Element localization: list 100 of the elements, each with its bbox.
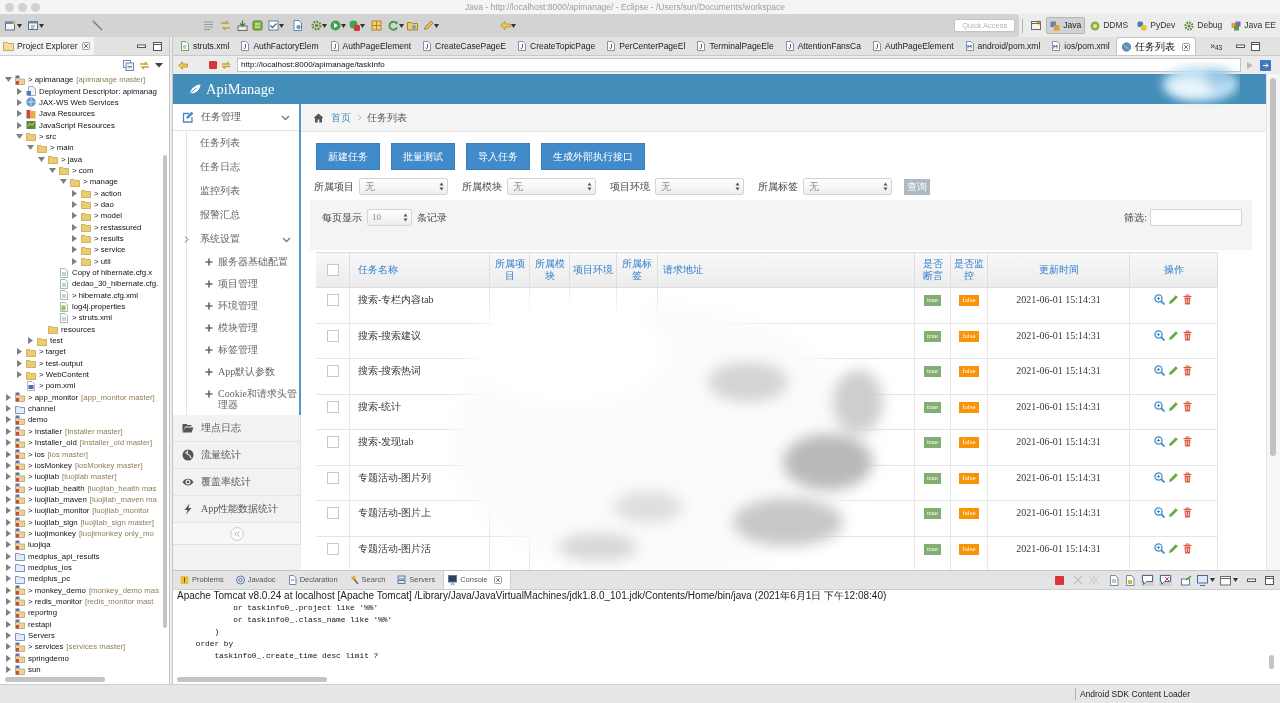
trash-icon[interactable] xyxy=(1182,400,1193,412)
editor-tab[interactable]: TerminalPageEle xyxy=(691,37,780,55)
trash-icon[interactable] xyxy=(1182,436,1193,447)
disclosure-triangle-icon[interactable] xyxy=(5,586,12,594)
column-header[interactable]: 所属标签 xyxy=(620,258,654,282)
editor-tab[interactable]: AuthPageElement xyxy=(866,37,960,55)
menu-item[interactable]: 环境管理 xyxy=(218,300,299,311)
column-header[interactable]: 更新时间 xyxy=(1038,264,1079,276)
disclosure-triangle-icon[interactable] xyxy=(5,439,12,447)
view-menu-icon[interactable] xyxy=(155,62,163,68)
view-tab[interactable]: Project Explorer xyxy=(0,37,95,55)
document-icon[interactable] xyxy=(1109,574,1120,586)
logo-text[interactable]: ApiManage xyxy=(206,80,275,98)
pencil-icon[interactable] xyxy=(1168,400,1179,412)
box-arrow-icon[interactable] xyxy=(1181,574,1192,586)
disclosure-triangle-icon[interactable] xyxy=(5,473,12,481)
column-header[interactable]: 操作 xyxy=(1163,264,1184,276)
editor-tab[interactable]: CreateCasePageE xyxy=(417,37,512,55)
column-header[interactable]: 所属模块 xyxy=(533,258,566,282)
home-icon[interactable] xyxy=(313,112,324,123)
disclosure-triangle-icon[interactable] xyxy=(5,598,12,605)
caret-icon[interactable] xyxy=(434,23,439,28)
search-field[interactable] xyxy=(1150,209,1242,226)
pencil-icon[interactable] xyxy=(1168,436,1179,447)
trash-icon[interactable] xyxy=(1182,471,1193,483)
close-icon[interactable] xyxy=(1181,42,1190,51)
checkbox-icon[interactable] xyxy=(268,20,279,31)
close-icon[interactable] xyxy=(82,42,91,50)
action-button[interactable]: 导入任务 xyxy=(466,143,530,170)
disclosure-triangle-icon[interactable] xyxy=(5,484,12,492)
disclosure-triangle-icon[interactable] xyxy=(5,495,12,503)
disclosure-triangle-icon[interactable] xyxy=(60,178,67,186)
pencil-icon[interactable] xyxy=(1168,542,1179,554)
close-icon[interactable] xyxy=(493,576,502,584)
file-icon[interactable] xyxy=(292,20,303,31)
column-header[interactable]: 任务名称 xyxy=(358,264,398,276)
disclosure-triangle-icon[interactable] xyxy=(5,518,12,526)
zoom-in-icon[interactable] xyxy=(1154,400,1165,412)
checkbox[interactable] xyxy=(326,471,339,484)
menu-item[interactable]: 任务列表 xyxy=(200,137,291,149)
zoom-in-icon[interactable] xyxy=(1154,542,1165,554)
column-header[interactable]: 所属项目 xyxy=(493,258,526,282)
column-header[interactable]: 是否断言 xyxy=(918,258,947,282)
url-field[interactable]: http://localhost:8000/apimanage/taskInfo xyxy=(237,58,1241,72)
grid-icon[interactable] xyxy=(371,20,382,31)
editor-tab[interactable]: CreateTopicPage xyxy=(512,37,602,55)
disclosure-triangle-icon[interactable] xyxy=(71,212,78,220)
editor-tab[interactable]: ios/pom.xml xyxy=(1046,37,1116,55)
menu-item[interactable]: 监控列表 xyxy=(200,185,291,197)
document-icon[interactable] xyxy=(1125,574,1136,586)
column-header[interactable]: 是否监控 xyxy=(954,258,984,282)
back-arrow-icon[interactable] xyxy=(178,60,188,70)
perspective-button[interactable]: Java xyxy=(1046,17,1086,34)
disclosure-triangle-icon[interactable] xyxy=(5,416,12,424)
pencil-icon[interactable] xyxy=(1168,471,1179,483)
scrollbar-thumb[interactable] xyxy=(5,677,105,682)
trash-icon[interactable] xyxy=(1182,329,1193,341)
zoom-in-icon[interactable] xyxy=(1154,329,1165,341)
disclosure-triangle-icon[interactable] xyxy=(5,552,12,560)
column-header[interactable]: 项目环境 xyxy=(573,264,613,276)
checkbox[interactable] xyxy=(326,264,339,276)
panel-icon[interactable] xyxy=(252,20,263,31)
disclosure-triangle-icon[interactable] xyxy=(16,98,23,106)
disclosure-triangle-icon[interactable] xyxy=(16,132,23,140)
checkbox[interactable] xyxy=(326,365,339,377)
action-button[interactable]: 新建任务 xyxy=(316,143,380,170)
caret-icon[interactable] xyxy=(399,23,404,28)
editor-tab[interactable]: AttentionFansCa xyxy=(779,37,867,55)
menu-item[interactable]: 模块管理 xyxy=(218,322,299,333)
scrollbar-thumb[interactable] xyxy=(177,677,327,682)
pencil-icon[interactable] xyxy=(1168,294,1179,305)
disclosure-triangle-icon[interactable] xyxy=(5,620,12,628)
more-tabs-button[interactable]: »$_{43}$ xyxy=(1210,40,1222,52)
disclosure-triangle-icon[interactable] xyxy=(5,575,12,583)
checkbox[interactable] xyxy=(326,400,339,413)
editor-tab[interactable]: 任务列表 xyxy=(1115,37,1196,55)
scrollbar-thumb[interactable] xyxy=(1270,78,1276,456)
column-header[interactable]: 请求地址 xyxy=(663,264,703,276)
disclosure-triangle-icon[interactable] xyxy=(5,666,12,674)
disclosure-triangle-icon[interactable] xyxy=(5,405,12,413)
menu-item[interactable]: 埋点日志 xyxy=(201,422,291,434)
monitor-icon[interactable] xyxy=(1197,574,1208,586)
caret-icon[interactable] xyxy=(322,23,327,28)
maximize-icon[interactable] xyxy=(1251,41,1260,51)
download-icon[interactable] xyxy=(237,20,248,31)
checkbox[interactable] xyxy=(326,294,339,306)
trash-icon[interactable] xyxy=(1182,507,1193,518)
menu-item[interactable]: 流量统计 xyxy=(201,449,291,461)
disclosure-triangle-icon[interactable] xyxy=(16,121,23,129)
menu-item[interactable]: 报警汇总 xyxy=(200,209,291,221)
caret-icon[interactable] xyxy=(279,23,284,28)
menu-item[interactable]: App性能数据统计 xyxy=(201,503,291,515)
caret-icon[interactable] xyxy=(1233,578,1238,582)
speech-bubble-icon[interactable] xyxy=(1141,574,1154,586)
speech-bubble-icon[interactable] xyxy=(1159,574,1172,586)
scrollbar-thumb[interactable] xyxy=(163,155,167,628)
disclosure-triangle-icon[interactable] xyxy=(5,609,12,617)
disclosure-triangle-icon[interactable] xyxy=(38,155,45,163)
disclosure-triangle-icon[interactable] xyxy=(5,654,12,662)
action-button[interactable]: 批量测试 xyxy=(391,143,455,170)
